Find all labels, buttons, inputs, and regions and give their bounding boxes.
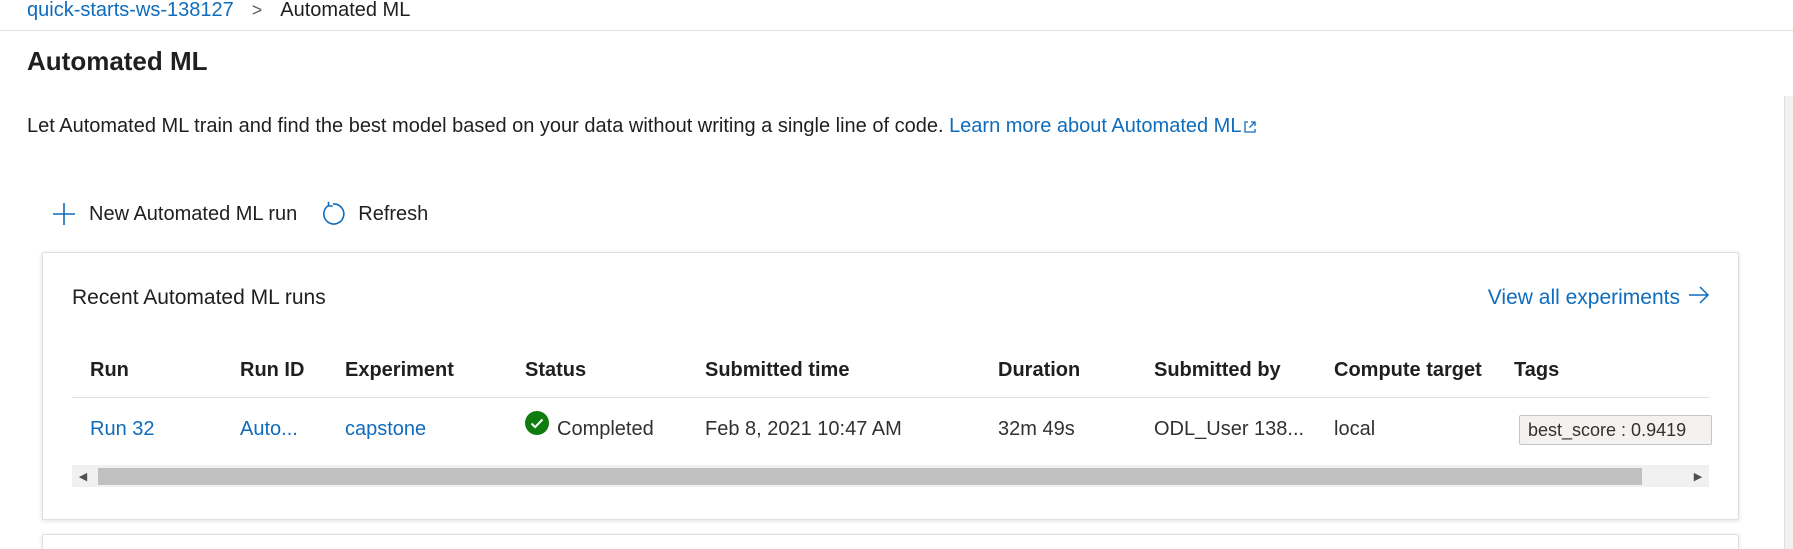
automated-ml-page: quick-starts-ws-138127 > Automated ML Au… [0, 0, 1793, 549]
description-text: Let Automated ML train and find the best… [27, 115, 950, 137]
column-header-run[interactable]: Run [90, 343, 129, 397]
column-header-run-id[interactable]: Run ID [240, 343, 304, 397]
experiment-link[interactable]: capstone [345, 398, 426, 460]
learn-more-label: Learn more about Automated ML [949, 115, 1242, 137]
column-header-experiment[interactable]: Experiment [345, 343, 454, 397]
page-title: Automated ML [27, 46, 208, 76]
column-header-status[interactable]: Status [525, 343, 586, 397]
column-header-submitted-time[interactable]: Submitted time [705, 343, 849, 397]
status-cell: Completed [525, 398, 654, 460]
secondary-card [42, 534, 1739, 549]
check-circle-icon [525, 398, 549, 460]
command-bar: New Automated ML run Refresh [50, 196, 428, 232]
page-vertical-scrollbar[interactable] [1784, 96, 1793, 549]
breadcrumb-separator: > [251, 0, 263, 20]
run-id-link[interactable]: Auto... [240, 398, 310, 460]
external-link-icon [1243, 117, 1257, 140]
column-header-duration[interactable]: Duration [998, 343, 1080, 397]
runs-table-header: Run Run ID Experiment Status Submitted t… [72, 343, 1709, 398]
view-all-label: View all experiments [1487, 286, 1680, 309]
duration-cell: 32m 49s [998, 418, 1075, 440]
arrow-right-icon [1688, 286, 1710, 310]
breadcrumb: quick-starts-ws-138127 > Automated ML [27, 0, 410, 29]
recent-runs-title: Recent Automated ML runs [72, 286, 326, 309]
learn-more-link[interactable]: Learn more about Automated ML [949, 115, 1257, 137]
run-name-link[interactable]: Run 32 [90, 398, 155, 460]
view-all-experiments-link[interactable]: View all experiments [1488, 286, 1710, 310]
column-header-tags[interactable]: Tags [1514, 343, 1559, 397]
header-divider [0, 30, 1793, 31]
table-row[interactable]: Run 32 Auto... capstone Completed Feb 8,… [72, 398, 1712, 460]
refresh-icon [319, 200, 347, 228]
refresh-button[interactable]: Refresh [319, 200, 428, 228]
breadcrumb-current: Automated ML [280, 0, 411, 21]
compute-target-cell: local [1334, 418, 1376, 440]
column-header-submitted-by[interactable]: Submitted by [1154, 343, 1281, 397]
scroll-left-arrow-icon[interactable]: ◀ [72, 465, 94, 487]
breadcrumb-workspace-link[interactable]: quick-starts-ws-138127 [27, 0, 234, 22]
scroll-right-arrow-icon[interactable]: ▶ [1687, 465, 1709, 487]
submitted-by-cell: ODL_User 138... [1154, 418, 1305, 440]
status-text: Completed [557, 418, 654, 440]
refresh-label: Refresh [358, 202, 429, 225]
new-automated-ml-run-button[interactable]: New Automated ML run [50, 200, 297, 228]
recent-runs-card: Recent Automated ML runs View all experi… [42, 252, 1739, 520]
scrollbar-thumb[interactable] [98, 468, 1642, 485]
column-header-compute-target[interactable]: Compute target [1334, 343, 1482, 397]
page-description: Let Automated ML train and find the best… [27, 115, 1257, 140]
tag-badge: best_score : 0.9419 [1519, 415, 1712, 445]
new-run-label: New Automated ML run [89, 202, 298, 225]
add-icon [50, 200, 78, 228]
table-horizontal-scrollbar[interactable]: ◀ ▶ [72, 465, 1709, 487]
submitted-time-cell: Feb 8, 2021 10:47 AM [705, 418, 902, 440]
